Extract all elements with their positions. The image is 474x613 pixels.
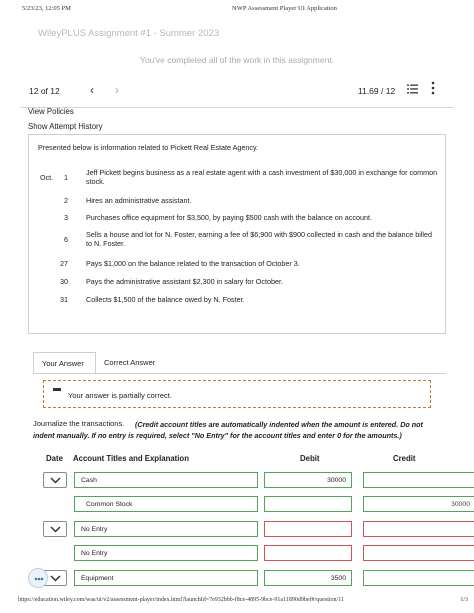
completed-message: You've completed all of the work in this… [139,55,335,65]
transaction-day: 3 [64,213,68,222]
page-url: https://education.wiley.com/was/ui/v2/as… [18,597,344,603]
account-field[interactable]: Equipment [74,570,258,586]
account-header: Account Titles and Explanation [73,454,189,463]
chevron-right-icon[interactable]: › [115,83,119,97]
transaction-day: 30 [60,277,68,286]
account-field[interactable]: Common Stock [74,496,258,512]
problem-intro: Presented below is information related t… [38,143,258,152]
show-attempt-history-link[interactable]: Show Attempt History [28,122,103,131]
chevron-down-icon [50,477,61,484]
transaction-day: 6 [64,235,68,244]
account-field[interactable]: Cash [74,472,258,488]
tab-your-answer[interactable]: Your Answer [33,352,96,374]
credit-field[interactable] [363,545,474,561]
account-field[interactable]: No Entry [74,545,258,561]
credit-header: Credit [393,454,416,463]
chevron-down-icon [50,575,61,582]
assignment-title: WileyPLUS Assignment #1 - Summer 2023 [38,28,220,39]
question-count: 12 of 12 [29,86,60,96]
print-title: NWP Assessment Player UI Application [232,5,337,12]
view-policies-link[interactable]: View Policies [28,107,74,116]
transaction-text: Collects $1,500 of the balance owed by N… [86,295,245,304]
credit-field[interactable]: 30000 [363,496,474,512]
transaction-day: 2 [64,196,68,205]
debit-field[interactable] [264,545,352,561]
credit-field[interactable] [363,521,474,537]
transaction-day: 27 [60,259,68,268]
assistant-icon[interactable] [28,568,48,588]
date-select[interactable] [43,521,67,537]
tab-correct-answer[interactable]: Correct Answer [96,352,168,374]
print-date: 5/23/23, 12:05 PM [22,5,71,12]
score: 11.69 / 12 [358,86,396,96]
transaction-text: Purchases office equipment for $3,500, b… [86,213,372,222]
debit-field[interactable]: 3500 [264,570,352,586]
chat-bubble-icon [34,577,44,581]
debit-header: Debit [300,454,320,463]
tab-divider [33,373,446,374]
question-nav-bar: 12 of 12 ‹ › 11.69 / 12 [20,72,454,108]
chevron-left-icon[interactable]: ‹ [90,83,94,97]
account-field[interactable]: No Entry [74,521,258,537]
problem-statement: Presented below is information related t… [28,134,446,334]
print-header: 5/23/23, 12:05 PM NWP Assessment Player … [22,5,464,17]
transaction-text: Hires an administrative assistant. [86,196,192,205]
transaction-day: 1 [64,173,68,182]
transaction-day: 31 [60,295,68,304]
debit-field[interactable]: 30000 [264,472,352,488]
partial-correct-banner: Your answer is partially correct. [43,380,431,408]
transaction-text: Sells a house and lot for N. Foster, ear… [86,230,433,248]
transaction-text: Pays $1,000 on the balance related to th… [86,259,300,268]
credit-field[interactable] [363,472,474,488]
more-vertical-icon[interactable] [430,81,436,95]
page-number: 1/3 [460,597,468,603]
date-header: Date [46,454,63,463]
transaction-text: Jeff Pickett begins business as a real e… [86,168,438,186]
debit-field[interactable] [264,521,352,537]
minus-icon [53,388,61,391]
feedback-text: Your answer is partially correct. [68,391,172,400]
print-footer: https://education.wiley.com/was/ui/v2/as… [18,597,468,607]
debit-field[interactable] [264,496,352,512]
question-list-icon[interactable] [407,84,418,94]
credit-field[interactable] [363,570,474,586]
date-select[interactable] [43,472,67,488]
chevron-down-icon [50,526,61,533]
journalize-label: Journalize the transactions. [33,419,125,428]
transaction-text: Pays the administrative assistant $2,300… [86,277,283,286]
